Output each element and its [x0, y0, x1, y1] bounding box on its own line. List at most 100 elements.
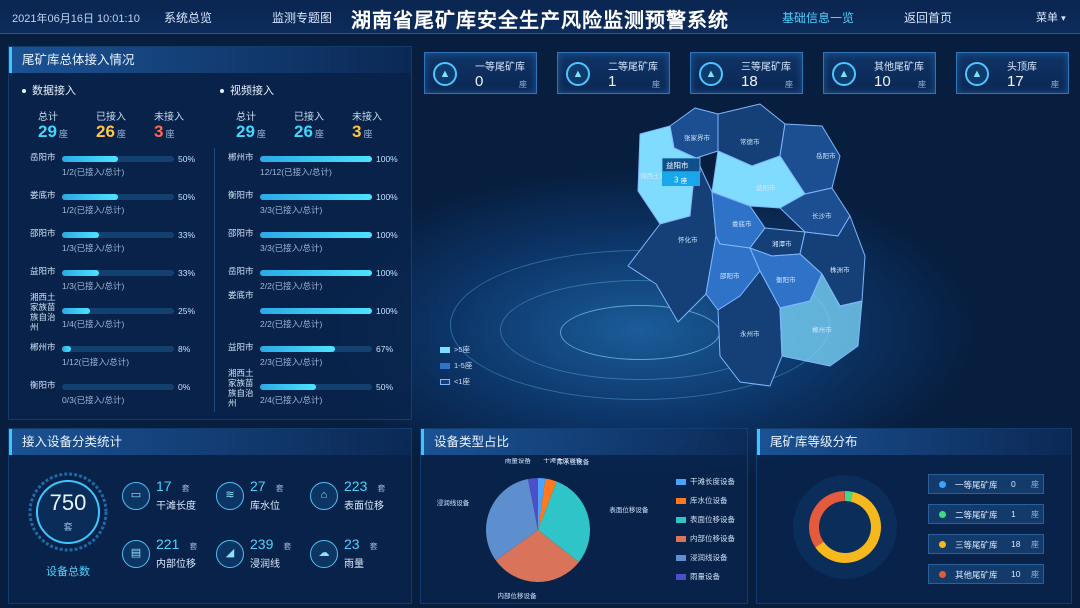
legend-swatch — [676, 536, 686, 543]
phreatic-line-icon: ◢ — [216, 540, 244, 568]
map-tooltip: 益阳市 3 座 — [661, 157, 701, 186]
map-label: 邵阳市 — [720, 271, 740, 280]
pie-label: 内部位移设备 — [497, 591, 537, 600]
legend-low: <1座 — [440, 376, 472, 387]
progress-fill — [62, 270, 99, 276]
stat-card[interactable]: ▲ 一等尾矿库 0 座 — [424, 52, 537, 94]
nav-thematic-map[interactable]: 监测专题图 — [272, 9, 332, 26]
legend-item: 干滩长度设备 — [676, 476, 735, 487]
progress-percent: 0% — [178, 382, 191, 392]
progress-note: 3/3(已接入/总计) — [260, 205, 323, 215]
datetime: 2021年06月16日 10:01:10 — [12, 13, 140, 25]
row-city: 郴州市 — [228, 152, 254, 162]
row-city: 岳阳市 — [30, 152, 56, 162]
map-label: 郴州市 — [812, 325, 832, 334]
grade-title: 尾矿库等级分布 — [757, 429, 1071, 455]
grade-value: 1 — [1011, 509, 1016, 519]
legend-item: 雨量设备 — [676, 571, 735, 582]
video-access-list: 郴州市 100% 12/12(已接入/总计) 衡阳市 100% 3/3(已接入/总计) 邵阳… — [228, 152, 400, 414]
legend-swatch — [440, 347, 450, 354]
device-name: 雨量 — [344, 559, 364, 570]
rainfall-icon: ☁ — [310, 540, 338, 568]
stat-card[interactable]: ▲ 头顶库 17 座 — [956, 52, 1069, 94]
progress-track — [62, 194, 174, 200]
progress-track — [260, 156, 372, 162]
grade-dot — [939, 571, 946, 578]
progress-track — [260, 384, 372, 390]
grade-dot — [939, 481, 946, 488]
progress-fill — [62, 194, 118, 200]
stat-name: 二等尾矿库 — [608, 62, 658, 73]
progress-track — [260, 308, 372, 314]
nav-home[interactable]: 返回首页 — [904, 9, 952, 26]
map-label: 衡阳市 — [776, 275, 796, 284]
device-count: 27 套 — [250, 478, 284, 494]
tailings-dam-icon: ▲ — [566, 62, 590, 86]
donut-bg — [793, 475, 897, 579]
stat-value: 17 — [1007, 73, 1024, 90]
stat-value: 10 — [874, 73, 891, 90]
progress-track — [260, 232, 372, 238]
row-city: 邵阳市 — [30, 228, 56, 238]
menu-button[interactable]: 菜单 ▾ — [1036, 9, 1066, 25]
progress-note: 12/12(已接入/总计) — [260, 167, 332, 177]
device-count: 23 套 — [344, 536, 378, 552]
progress-track — [62, 232, 174, 238]
grade-value: 18 — [1011, 539, 1021, 549]
grade-item[interactable]: 一等尾矿库 0 座 — [928, 474, 1044, 494]
progress-note: 2/2(已接入/总计) — [260, 281, 323, 291]
progress-percent: 100% — [376, 154, 398, 164]
grade-item[interactable]: 其他尾矿库 10 座 — [928, 564, 1044, 584]
map-label: 益阳市 — [756, 183, 776, 192]
stat-name: 其他尾矿库 — [874, 62, 924, 73]
stat-card[interactable]: ▲ 其他尾矿库 10 座 — [823, 52, 936, 94]
stat-card[interactable]: ▲ 三等尾矿库 18 座 — [690, 52, 803, 94]
data-pending: 3座 — [154, 122, 175, 141]
data-access-list: 岳阳市 50% 1/2(已接入/总计) 娄底市 50% 1/2(已接入/总计) 邵阳市 33%… — [30, 152, 200, 414]
pie-label: 雨量设备 — [505, 458, 532, 464]
progress-note: 1/12(已接入/总计) — [62, 357, 130, 367]
device-name: 浸润线 — [250, 559, 280, 570]
row-city: 衡阳市 — [228, 190, 254, 200]
nav-basic-info[interactable]: 基础信息一览 — [782, 9, 854, 26]
row-city: 娄底市 — [228, 290, 254, 300]
progress-track — [62, 156, 174, 162]
progress-percent: 50% — [178, 192, 196, 202]
progress-track — [62, 384, 174, 390]
pie-label: 表面位移设备 — [609, 505, 649, 514]
grade-dot — [939, 541, 946, 548]
dry-beach-icon: ▭ — [122, 482, 150, 510]
progress-note: 2/4(已接入/总计) — [260, 395, 323, 405]
progress-fill — [260, 384, 316, 390]
data-total: 29 座 — [38, 122, 68, 141]
progress-fill — [260, 346, 336, 352]
label-total: 总计 — [236, 112, 256, 123]
grade-item[interactable]: 二等尾矿库 1 座 — [928, 504, 1044, 524]
progress-fill — [62, 308, 90, 314]
progress-track — [260, 346, 372, 352]
stat-card[interactable]: ▲ 二等尾矿库 1 座 — [557, 52, 670, 94]
device-count: 239 套 — [250, 536, 292, 552]
nav-overview[interactable]: 系统总览 — [164, 9, 212, 26]
grade-value: 10 — [1011, 569, 1021, 579]
chevron-down-icon: ▾ — [1061, 13, 1066, 23]
map-label: 常德市 — [740, 137, 760, 146]
progress-note: 2/2(已接入/总计) — [260, 319, 323, 329]
progress-fill — [62, 346, 71, 352]
progress-note: 3/3(已接入/总计) — [260, 243, 323, 253]
legend-item: 浸润线设备 — [676, 552, 735, 563]
progress-percent: 50% — [178, 154, 196, 164]
progress-fill — [260, 156, 372, 162]
device-count: 223 套 — [344, 478, 386, 494]
stat-name: 头顶库 — [1007, 62, 1037, 73]
label-pending: 未接入 — [352, 112, 382, 123]
progress-track — [62, 308, 174, 314]
progress-fill — [260, 232, 372, 238]
progress-percent: 33% — [178, 230, 196, 240]
stat-unit: 座 — [1051, 80, 1059, 89]
grade-item[interactable]: 三等尾矿库 18 座 — [928, 534, 1044, 554]
progress-note: 1/4(已接入/总计) — [62, 319, 125, 329]
progress-percent: 100% — [376, 306, 398, 316]
device-type-legend: 干滩长度设备 库水位设备 表面位移设备 内部位移设备 浸润线设备 雨量设备 — [676, 476, 735, 590]
row-city: 湘西土家族苗族自治州 — [228, 368, 254, 408]
